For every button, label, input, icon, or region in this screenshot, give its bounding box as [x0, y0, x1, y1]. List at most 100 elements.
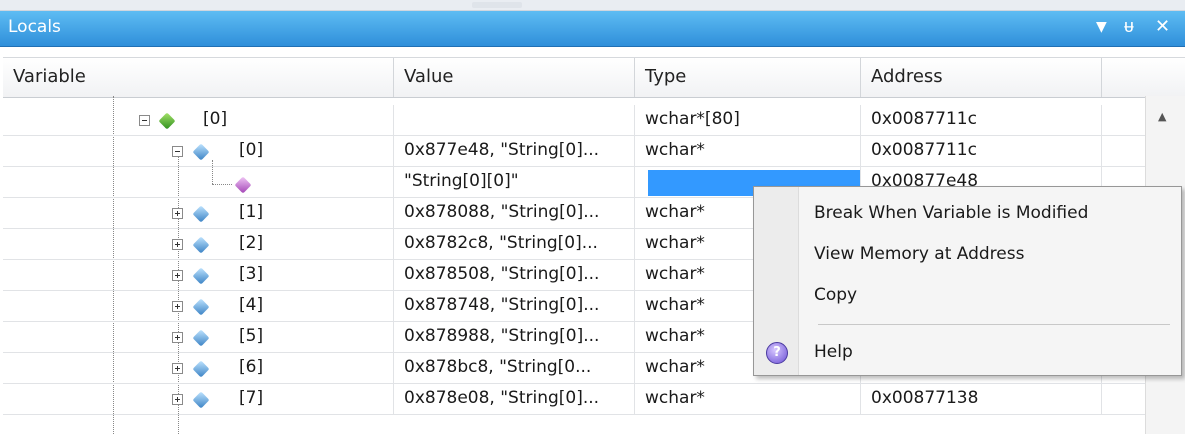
- type-text: wchar*: [645, 388, 705, 408]
- value-cell[interactable]: 0x878508, "String[0]...: [394, 260, 635, 290]
- value-cell[interactable]: [394, 105, 635, 135]
- variable-name: [7]: [239, 388, 264, 408]
- blue-gem-icon: [192, 329, 210, 347]
- type-text: wchar*: [645, 264, 705, 284]
- table-row[interactable]: [7] 0x878e08, "String[0]... wchar* 0x008…: [3, 384, 1145, 415]
- column-label: Type: [645, 66, 687, 87]
- variable-name: [3]: [239, 264, 264, 284]
- expand-icon[interactable]: [172, 208, 183, 219]
- expand-icon[interactable]: [172, 332, 183, 343]
- address-cell: 0x0087711c: [861, 105, 1102, 135]
- value-text: 0x878bc8, "String[0...: [404, 357, 592, 377]
- blue-gem-icon: [192, 205, 210, 223]
- type-text: wchar*: [645, 140, 705, 160]
- collapse-icon[interactable]: [139, 115, 150, 126]
- variable-name: [0]: [239, 140, 264, 160]
- scroll-up-arrow-icon[interactable]: ▲: [1158, 110, 1166, 123]
- address-cell: 0x0087711c: [861, 136, 1102, 166]
- address-cell: 0x00877138: [861, 384, 1102, 414]
- auto-hide-pin-icon[interactable]: ᵾ: [1124, 16, 1134, 38]
- value-cell[interactable]: 0x8782c8, "String[0]...: [394, 229, 635, 259]
- splitter-grip: [472, 2, 522, 8]
- window-position-dropdown-icon[interactable]: ▼: [1096, 16, 1107, 38]
- expand-icon[interactable]: [172, 301, 183, 312]
- help-menu-item[interactable]: Help: [814, 342, 853, 362]
- table-row[interactable]: [0] wchar*[80] 0x0087711c: [3, 105, 1145, 136]
- value-cell[interactable]: 0x878988, "String[0]...: [394, 322, 635, 352]
- type-text: wchar*[80]: [645, 109, 740, 129]
- value-text: 0x877e48, "String[0]...: [404, 140, 600, 160]
- column-header-value[interactable]: Value: [394, 58, 635, 97]
- value-cell[interactable]: 0x878bc8, "String[0...: [394, 353, 635, 383]
- blue-gem-icon: [192, 267, 210, 285]
- column-label: Variable: [13, 66, 86, 87]
- value-text: "String[0][0]": [404, 171, 519, 191]
- view-memory-menu-item[interactable]: View Memory at Address: [814, 244, 1024, 264]
- variable-cell: [0]: [3, 136, 394, 166]
- menu-separator: [818, 324, 1170, 325]
- variable-cell: [6]: [3, 353, 394, 383]
- type-text: wchar*: [645, 295, 705, 315]
- variable-name: [6]: [239, 357, 264, 377]
- value-cell[interactable]: 0x878e08, "String[0]...: [394, 384, 635, 414]
- context-menu: Break When Variable is Modified View Mem…: [753, 186, 1182, 376]
- blue-gem-icon: [192, 391, 210, 409]
- variable-name: [2]: [239, 233, 264, 253]
- variable-cell: [2]: [3, 229, 394, 259]
- value-text: 0x8782c8, "String[0]...: [404, 233, 598, 253]
- type-cell: wchar*: [635, 136, 861, 166]
- value-text: 0x878508, "String[0]...: [404, 264, 600, 284]
- variable-cell: [0]: [3, 105, 394, 135]
- blue-gem-icon: [192, 143, 210, 161]
- variable-cell: [5]: [3, 322, 394, 352]
- value-text: 0x878088, "String[0]...: [404, 202, 600, 222]
- type-text: wchar*: [645, 357, 705, 377]
- variable-name: [4]: [239, 295, 264, 315]
- value-cell[interactable]: 0x878748, "String[0]...: [394, 291, 635, 321]
- copy-menu-item[interactable]: Copy: [814, 285, 857, 305]
- variable-name: [5]: [239, 326, 264, 346]
- column-header-address[interactable]: Address: [861, 58, 1102, 97]
- column-label: Address: [871, 66, 943, 87]
- variable-cell: [3]: [3, 260, 394, 290]
- type-text: wchar*: [645, 202, 705, 222]
- variable-name: [1]: [239, 202, 264, 222]
- column-header: Variable Value Type Address: [3, 57, 1185, 98]
- address-text: 0x00877138: [871, 388, 979, 408]
- type-cell: wchar*: [635, 384, 861, 414]
- expand-icon[interactable]: [172, 394, 183, 405]
- panel-title: Locals: [8, 17, 61, 37]
- variable-name: [0]: [203, 109, 228, 129]
- column-header-variable[interactable]: Variable: [3, 58, 394, 97]
- blue-gem-icon: [192, 360, 210, 378]
- address-text: 0x0087711c: [871, 109, 977, 129]
- blue-gem-icon: [192, 298, 210, 316]
- type-text: wchar*: [645, 233, 705, 253]
- value-text: 0x878748, "String[0]...: [404, 295, 600, 315]
- column-header-type[interactable]: Type: [635, 58, 861, 97]
- locals-title-bar: Locals ▼ ᵾ ✕: [0, 11, 1185, 47]
- top-splitter[interactable]: [0, 0, 1185, 11]
- value-cell[interactable]: 0x878088, "String[0]...: [394, 198, 635, 228]
- address-text: 0x0087711c: [871, 140, 977, 160]
- value-cell[interactable]: "String[0][0]": [394, 167, 635, 197]
- table-row[interactable]: [0] 0x877e48, "String[0]... wchar* 0x008…: [3, 136, 1145, 167]
- blue-gem-icon: [192, 236, 210, 254]
- variable-cell: [1]: [3, 198, 394, 228]
- collapse-icon[interactable]: [172, 146, 183, 157]
- type-text: wchar*: [645, 326, 705, 346]
- value-text: 0x878e08, "String[0]...: [404, 388, 600, 408]
- green-gem-icon: [158, 112, 176, 130]
- value-text: 0x878988, "String[0]...: [404, 326, 600, 346]
- expand-icon[interactable]: [172, 239, 183, 250]
- variable-cell: [4]: [3, 291, 394, 321]
- expand-icon[interactable]: [172, 363, 183, 374]
- column-label: Value: [404, 66, 454, 87]
- variable-cell: [3, 167, 394, 197]
- break-when-modified-menu-item[interactable]: Break When Variable is Modified: [814, 203, 1088, 223]
- close-icon[interactable]: ✕: [1155, 16, 1170, 38]
- expand-icon[interactable]: [172, 270, 183, 281]
- purple-gem-icon: [234, 176, 252, 194]
- help-circle-icon: ?: [766, 342, 788, 364]
- value-cell[interactable]: 0x877e48, "String[0]...: [394, 136, 635, 166]
